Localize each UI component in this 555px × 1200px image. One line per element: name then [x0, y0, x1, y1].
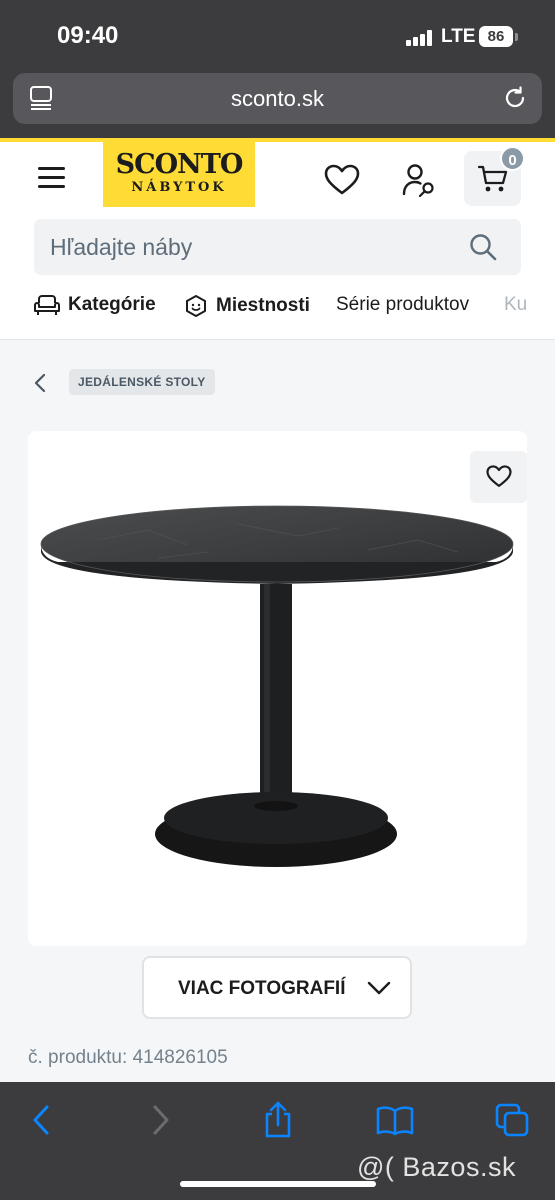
search-placeholder: Hľadajte náby [50, 234, 193, 260]
status-time: 09:40 [57, 22, 119, 49]
signal-icon [406, 30, 434, 46]
battery-icon: 86 [479, 26, 513, 47]
nav-item-miestnosti[interactable]: Miestnosti [184, 294, 310, 318]
brand-accent-line [0, 138, 555, 142]
status-bar: 09:40 LTE 86 [0, 0, 555, 72]
share-icon[interactable] [262, 1101, 294, 1144]
watermark: @( Bazos.sk [357, 1152, 516, 1182]
hamburger-menu-icon[interactable] [38, 167, 65, 189]
logo-sub-text: NÁBYTOK [131, 180, 227, 195]
wishlist-heart-icon[interactable] [324, 164, 360, 201]
back-arrow-icon[interactable] [30, 1104, 52, 1141]
product-number: č. produktu: 414826105 [28, 1047, 228, 1069]
forward-arrow-icon[interactable] [150, 1104, 172, 1141]
product-photo-table [40, 505, 514, 867]
account-icon[interactable] [402, 163, 438, 202]
breadcrumb-category[interactable]: JEDÁLENSKÉ STOLY [69, 369, 215, 395]
bookmarks-book-icon[interactable] [376, 1106, 414, 1141]
nav-label-serie-produktov: Série produktov [336, 294, 470, 315]
more-photos-label: VIAC FOTOGRAFIÍ [178, 978, 346, 999]
home-indicator [180, 1181, 376, 1187]
category-nav: Kategórie Miestnosti Série produktov Ku [0, 290, 555, 326]
address-bar[interactable]: sconto.sk [13, 73, 542, 124]
nav-label-miestnosti: Miestnosti [216, 295, 310, 316]
sconto-logo[interactable]: SCONTO NÁBYTOK [103, 140, 255, 207]
url-text: sconto.sk [231, 86, 324, 111]
nav-item-serie-produktov[interactable]: Série produktov [336, 294, 469, 316]
smiley-box-icon [186, 295, 206, 317]
nav-item-kategorie[interactable]: Kategórie [34, 294, 156, 316]
nav-label-kategorie: Kategórie [68, 294, 156, 315]
logo-main-text: SCONTO [115, 149, 244, 180]
shopping-cart-icon [477, 165, 508, 198]
sofa-icon [34, 295, 60, 315]
add-to-wishlist-button[interactable] [470, 451, 527, 503]
search-icon[interactable] [469, 233, 497, 266]
nav-label-more: Ku [504, 294, 528, 315]
nav-item-more[interactable]: Ku [504, 294, 527, 316]
back-chevron-icon[interactable] [33, 373, 47, 398]
battery-tip [515, 33, 518, 41]
product-number-label: č. produktu: [28, 1047, 128, 1068]
network-label: LTE [441, 26, 476, 47]
search-input[interactable]: Hľadajte náby [34, 219, 521, 275]
tabs-overview-icon[interactable] [495, 1103, 529, 1142]
more-photos-button[interactable]: VIAC FOTOGRAFIÍ [142, 956, 412, 1019]
product-number-value: 414826105 [132, 1047, 228, 1068]
cart-count-badge: 0 [500, 146, 525, 171]
reload-icon[interactable] [502, 85, 528, 116]
chevron-down-icon [367, 980, 391, 1001]
heart-icon [486, 465, 512, 493]
